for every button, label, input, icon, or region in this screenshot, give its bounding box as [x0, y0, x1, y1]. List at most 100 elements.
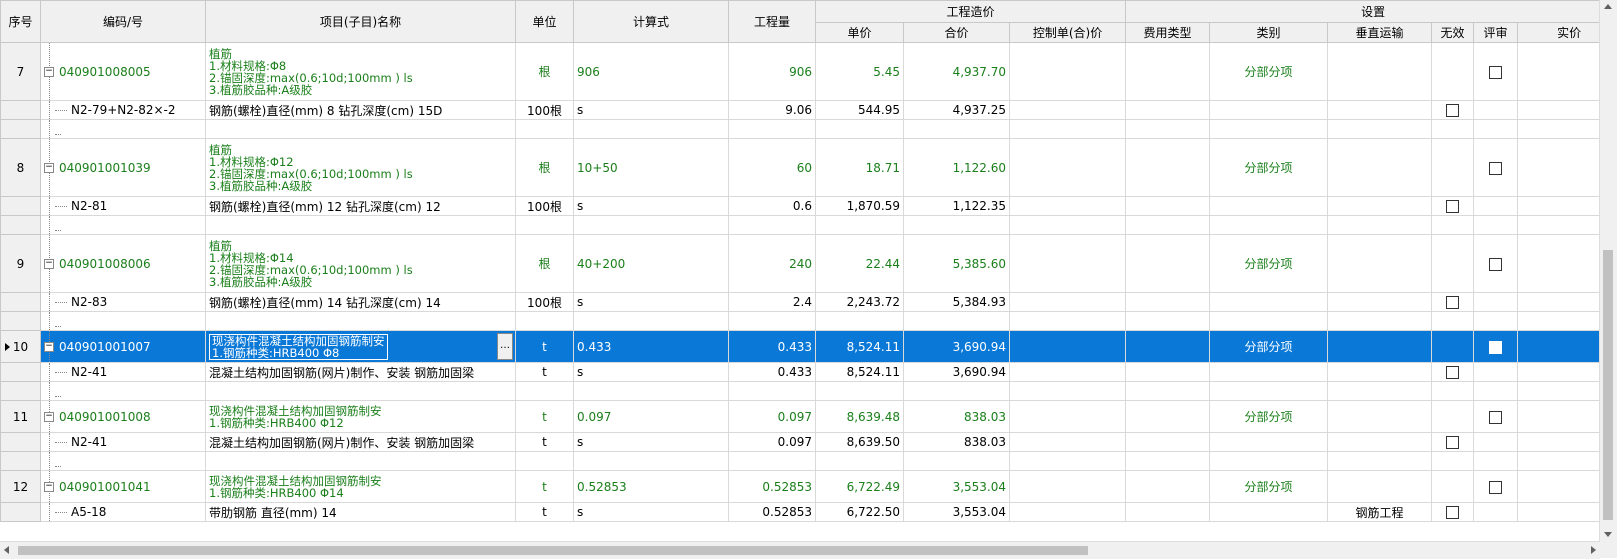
quota-vertical[interactable] — [1327, 196, 1433, 216]
item-unit[interactable]: t — [515, 330, 574, 363]
quota-formula[interactable]: s — [573, 432, 729, 452]
item-invalid[interactable] — [1431, 470, 1475, 503]
invalid-checkbox[interactable] — [1446, 296, 1460, 309]
quota-vertical[interactable] — [1327, 292, 1433, 312]
quota-unit-price[interactable]: 6,722.50 — [815, 502, 904, 522]
quota-review[interactable] — [1473, 100, 1519, 120]
quota-fee-type[interactable] — [1125, 362, 1211, 382]
vertical-scrollbar[interactable] — [1599, 0, 1617, 541]
quota-category[interactable] — [1209, 362, 1329, 382]
quota-formula[interactable]: s — [573, 362, 729, 382]
scroll-down-arrow-icon[interactable] — [1604, 532, 1612, 537]
quota-vertical[interactable]: 钢筋工程 — [1327, 502, 1433, 522]
item-code[interactable]: −040901001008 — [40, 400, 206, 433]
quota-fee-type[interactable] — [1125, 100, 1211, 120]
item-unit[interactable]: 根 — [515, 234, 574, 293]
col-header-unit-price[interactable]: 单价 — [815, 22, 904, 43]
item-name[interactable]: 现浇构件混凝土结构加固钢筋制安 1.钢筋种类:HRB400 Φ8… — [205, 330, 516, 363]
quota-category[interactable] — [1209, 292, 1329, 312]
review-checkbox[interactable] — [1489, 65, 1503, 79]
quota-name[interactable]: 钢筋(螺栓)直径(mm) 14 钻孔深度(cm) 14 — [205, 292, 516, 312]
collapse-minus-icon[interactable]: − — [44, 66, 54, 77]
invalid-checkbox[interactable] — [1446, 200, 1460, 213]
item-vertical[interactable] — [1327, 330, 1433, 363]
item-qty[interactable]: 0.433 — [728, 330, 816, 363]
collapse-minus-icon[interactable]: − — [44, 258, 54, 269]
quota-formula[interactable]: s — [573, 502, 729, 522]
quota-qty[interactable]: 0.433 — [728, 362, 816, 382]
quota-control[interactable] — [1008, 100, 1127, 120]
row-seq[interactable]: 11 — [0, 400, 41, 433]
item-review[interactable] — [1473, 330, 1519, 363]
quota-control[interactable] — [1008, 292, 1127, 312]
vertical-scroll-thumb[interactable] — [1603, 250, 1613, 520]
bill-item-row[interactable]: 12 −040901001041 现浇构件混凝土结构加固钢筋制安 1.钢筋种类:H… — [0, 470, 1600, 503]
col-header-vertical[interactable]: 垂直运输 — [1327, 22, 1433, 43]
item-formula[interactable]: 0.097 — [573, 400, 729, 433]
item-unit[interactable]: t — [515, 470, 574, 503]
col-header-formula[interactable]: 计算式 — [573, 0, 729, 43]
blank-row[interactable] — [0, 311, 1600, 331]
quota-unit[interactable]: t — [515, 362, 574, 382]
col-header-category[interactable]: 类别 — [1209, 22, 1329, 43]
item-review[interactable] — [1473, 234, 1519, 293]
item-formula[interactable]: 10+50 — [573, 138, 729, 197]
item-name[interactable]: 植筋 1.材料规格:Φ14 2.锚固深度:max(0.6;10d;100mm ) l… — [205, 234, 516, 293]
item-name[interactable]: 现浇构件混凝土结构加固钢筋制安 1.钢筋种类:HRB400 Φ14 — [205, 470, 516, 503]
item-fee-type[interactable] — [1125, 138, 1211, 197]
row-seq[interactable]: 7 — [0, 42, 41, 101]
invalid-checkbox[interactable] — [1446, 436, 1460, 449]
bill-grid[interactable]: 序号 编码/号 项目(子目)名称 单位 计算式 工程量 工程造价 设置 单价 合… — [0, 0, 1600, 541]
item-fee-type[interactable] — [1125, 470, 1211, 503]
item-actual[interactable] — [1517, 400, 1600, 433]
item-vertical[interactable] — [1327, 42, 1433, 101]
quota-formula[interactable]: s — [573, 100, 729, 120]
item-control[interactable] — [1008, 400, 1127, 433]
quota-fee-type[interactable] — [1125, 292, 1211, 312]
quota-unit-price[interactable]: 544.95 — [815, 100, 904, 120]
quota-code[interactable]: N2-41 — [40, 362, 206, 382]
invalid-checkbox[interactable] — [1446, 506, 1460, 519]
quota-name[interactable]: 混凝土结构加固钢筋(网片)制作、安装 钢筋加固梁 — [205, 362, 516, 382]
item-total[interactable]: 5,385.60 — [903, 234, 1010, 293]
item-actual[interactable] — [1517, 138, 1600, 197]
quota-invalid[interactable] — [1431, 502, 1475, 522]
quota-row[interactable]: N2-83 钢筋(螺栓)直径(mm) 14 钻孔深度(cm) 14 100根 s… — [0, 292, 1600, 312]
item-qty[interactable]: 60 — [728, 138, 816, 197]
review-checkbox[interactable] — [1489, 480, 1503, 494]
quota-actual[interactable] — [1517, 196, 1600, 216]
item-total[interactable]: 4,937.70 — [903, 42, 1010, 101]
item-control[interactable] — [1008, 330, 1127, 363]
quota-name[interactable]: 钢筋(螺栓)直径(mm) 8 钻孔深度(cm) 15D — [205, 100, 516, 120]
bill-item-row[interactable]: 10 −040901001007 现浇构件混凝土结构加固钢筋制安 1.钢筋种类:H… — [0, 330, 1600, 363]
collapse-minus-icon[interactable]: − — [44, 411, 54, 422]
quota-code[interactable]: N2-79+N2-82×-2 — [40, 100, 206, 120]
quota-unit[interactable]: 100根 — [515, 100, 574, 120]
collapse-minus-icon[interactable]: − — [44, 341, 54, 352]
row-seq[interactable]: 12 — [0, 470, 41, 503]
quota-formula[interactable]: s — [573, 196, 729, 216]
quota-review[interactable] — [1473, 502, 1519, 522]
item-review[interactable] — [1473, 470, 1519, 503]
col-header-invalid[interactable]: 无效 — [1431, 22, 1475, 43]
row-seq[interactable]: 10 — [0, 330, 41, 363]
quota-name[interactable]: 钢筋(螺栓)直径(mm) 12 钻孔深度(cm) 12 — [205, 196, 516, 216]
item-total[interactable]: 838.03 — [903, 400, 1010, 433]
blank-row[interactable] — [0, 451, 1600, 471]
quota-unit[interactable]: 100根 — [515, 292, 574, 312]
item-unit[interactable]: t — [515, 400, 574, 433]
quota-actual[interactable] — [1517, 292, 1600, 312]
row-seq[interactable]: 9 — [0, 234, 41, 293]
col-header-seq[interactable]: 序号 — [0, 0, 41, 43]
quota-fee-type[interactable] — [1125, 196, 1211, 216]
quota-total[interactable]: 1,122.35 — [903, 196, 1010, 216]
review-checkbox[interactable] — [1489, 410, 1503, 424]
review-checkbox[interactable] — [1489, 340, 1503, 354]
row-seq[interactable] — [0, 292, 41, 312]
item-total[interactable]: 1,122.60 — [903, 138, 1010, 197]
quota-invalid[interactable] — [1431, 100, 1475, 120]
item-fee-type[interactable] — [1125, 400, 1211, 433]
quota-qty[interactable]: 0.097 — [728, 432, 816, 452]
quota-code[interactable]: N2-83 — [40, 292, 206, 312]
quota-unit[interactable]: 100根 — [515, 196, 574, 216]
